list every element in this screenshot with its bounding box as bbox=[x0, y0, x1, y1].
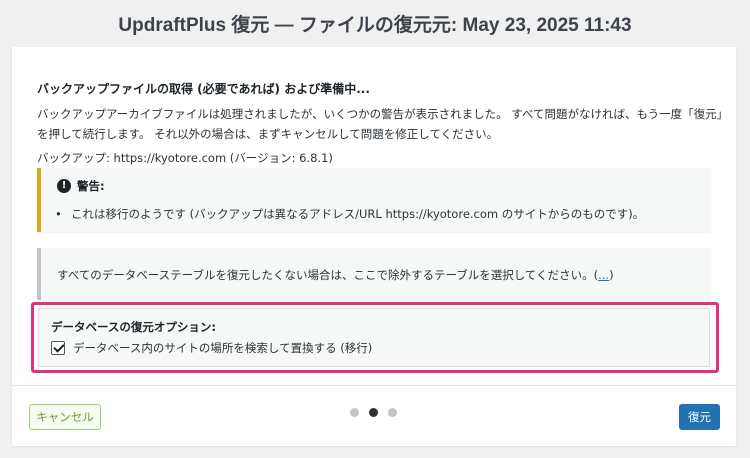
search-replace-option[interactable]: データベース内のサイトの場所を検索して置換する (移行) bbox=[51, 340, 372, 356]
restore-button[interactable]: 復元 bbox=[679, 404, 720, 430]
link-paren-close: ) bbox=[609, 268, 614, 282]
table-selection-message: すべてのデータベーステーブルを復元したくない場合は、ここで除外するテーブルを選択… bbox=[57, 268, 594, 282]
step-dot-1 bbox=[350, 408, 359, 417]
search-replace-checkbox[interactable] bbox=[51, 341, 65, 355]
search-replace-label: データベース内のサイトの場所を検索して置換する (移行) bbox=[73, 341, 373, 355]
step-dot-3 bbox=[388, 408, 397, 417]
warning-item-text: これは移行のようです (バックアップは異なるアドレス/URL https://k… bbox=[71, 207, 645, 221]
exclamation-icon: ! bbox=[57, 179, 71, 193]
warning-list-item: • これは移行のようです (バックアップは異なるアドレス/URL https://… bbox=[55, 206, 644, 222]
show-tables-link[interactable]: ... bbox=[598, 268, 609, 282]
step-dot-2-active bbox=[369, 408, 378, 417]
bullet-icon: • bbox=[55, 207, 62, 221]
warning-title: 警告: bbox=[77, 179, 105, 193]
status-paragraph: バックアップアーカイブファイルは処理されましたが、いくつかの警告が表示されました… bbox=[37, 107, 723, 141]
backup-info: バックアップ: https://kyotore.com (バージョン: 6.8.… bbox=[37, 151, 333, 165]
step-indicator bbox=[350, 408, 397, 417]
db-options-title: データベースの復元オプション: bbox=[51, 320, 217, 334]
warning-notice: ! 警告: • これは移行のようです (バックアップは異なるアドレス/URL ht… bbox=[37, 168, 711, 232]
table-selection-notice: すべてのデータベーステーブルを復元したくない場合は、ここで除外するテーブルを選択… bbox=[37, 248, 711, 300]
status-heading: バックアップファイルの取得 (必要であれば) および準備中... bbox=[37, 82, 370, 96]
warning-title-row: ! 警告: bbox=[57, 178, 105, 194]
page-title: UpdraftPlus 復元 — ファイルの復元元: May 23, 2025 … bbox=[118, 15, 632, 36]
cancel-button[interactable]: キャンセル bbox=[29, 404, 101, 430]
table-selection-text: すべてのデータベーステーブルを復元したくない場合は、ここで除外するテーブルを選択… bbox=[57, 267, 614, 283]
database-restore-options: データベースの復元オプション: データベース内のサイトの場所を検索して置換する … bbox=[38, 308, 710, 367]
